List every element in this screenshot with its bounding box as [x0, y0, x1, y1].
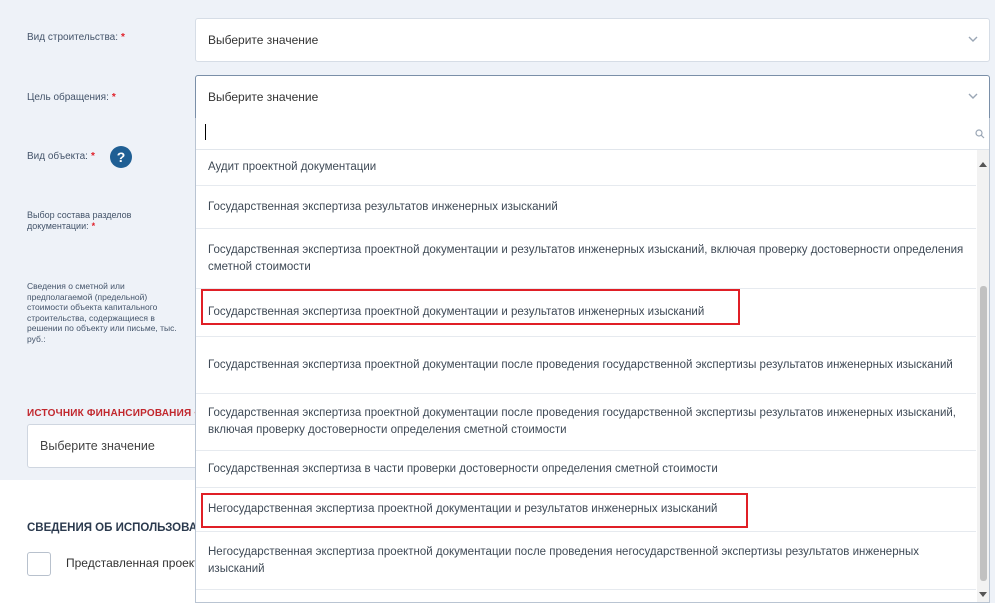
funding-title-text: ИСТОЧНИК ФИНАНСИРОВАНИЯ [27, 408, 192, 419]
text-caret [205, 124, 206, 140]
project-checkbox[interactable] [27, 552, 51, 576]
option-label: Государственная экспертиза проектной док… [208, 243, 964, 273]
search-icon [975, 129, 985, 139]
option-label: Государственная экспертиза в части прове… [208, 462, 718, 475]
object-type-label: Вид объекта: * [27, 151, 95, 163]
funding-select[interactable]: Выберите значение [27, 424, 212, 468]
required-mark: * [90, 151, 95, 162]
dropdown-option[interactable]: Аудит проектной документации [196, 150, 976, 186]
construction-type-select-value: Выберите значение [208, 33, 319, 47]
funding-title: ИСТОЧНИК ФИНАНСИРОВАНИЯ • [27, 408, 198, 419]
dropdown-option[interactable]: Государственная экспертиза проектной док… [196, 394, 976, 451]
dropdown-option[interactable]: Негосударственная экспертиза проектной д… [196, 488, 976, 532]
construction-type-select[interactable]: Выберите значение [195, 18, 990, 62]
option-label: Государственная экспертиза проектной док… [208, 306, 705, 318]
dropdown-option[interactable]: Государственная экспертиза проектной док… [196, 229, 976, 289]
option-label: Государственная экспертиза проектной док… [208, 358, 953, 371]
help-icon[interactable]: ? [110, 146, 132, 168]
sections-choice-text: Выбор состава разделов документации: [27, 210, 132, 231]
appeal-purpose-select-value: Выберите значение [208, 90, 319, 104]
dropdown-option[interactable]: Государственная экспертиза в части прове… [196, 451, 976, 488]
construction-type-label: Вид строительства: * [27, 32, 125, 44]
dropdown-option[interactable]: Государственная экспертиза результатов и… [196, 186, 976, 229]
dropdown-option[interactable]: Государственная экспертиза проектной док… [196, 289, 976, 337]
estimate-info-text: Сведения о сметной или предполагаемой (п… [27, 281, 177, 344]
option-label: Государственная экспертиза проектной док… [208, 407, 957, 436]
chevron-down-icon [968, 36, 978, 42]
appeal-purpose-label: Цель обращения: * [27, 92, 116, 104]
option-label: Аудит проектной документации [208, 161, 377, 173]
scroll-up-arrow-icon[interactable] [979, 162, 987, 167]
usage-section-title: СВЕДЕНИЯ ОБ ИСПОЛЬЗОВАНИИ [27, 522, 199, 534]
appeal-purpose-dropdown: Аудит проектной документации Государстве… [195, 118, 990, 603]
required-mark: * [121, 32, 125, 43]
appeal-purpose-select[interactable]: Выберите значение [195, 75, 990, 119]
chevron-down-icon [968, 93, 978, 99]
option-label: Негосударственная экспертиза проектной д… [208, 545, 919, 575]
form-lower-panel [0, 480, 200, 603]
dropdown-search-input[interactable] [204, 123, 944, 143]
dropdown-scrollbar[interactable] [977, 150, 989, 602]
required-mark: * [91, 221, 96, 231]
option-label: Государственная экспертиза результатов и… [208, 200, 558, 213]
estimate-info-label: Сведения о сметной или предполагаемой (п… [27, 281, 177, 345]
construction-type-text: Вид строительства: [27, 32, 119, 43]
dropdown-option[interactable]: Государственная экспертиза проектной док… [196, 337, 976, 394]
option-label: Негосударственная экспертиза проектной д… [208, 503, 718, 515]
project-checkbox-label: Представленная проект [66, 556, 200, 570]
required-mark: * [111, 92, 116, 103]
dropdown-search [196, 118, 989, 150]
dropdown-option[interactable]: Негосударственная экспертиза проектной д… [196, 532, 976, 590]
object-type-text: Вид объекта: [27, 151, 88, 162]
sections-choice-label: Выбор состава разделов документации: * [27, 210, 167, 232]
scroll-down-arrow-icon[interactable] [979, 592, 987, 597]
scroll-thumb[interactable] [980, 286, 987, 581]
funding-select-value: Выберите значение [40, 439, 155, 453]
appeal-purpose-text: Цель обращения: [27, 92, 109, 103]
